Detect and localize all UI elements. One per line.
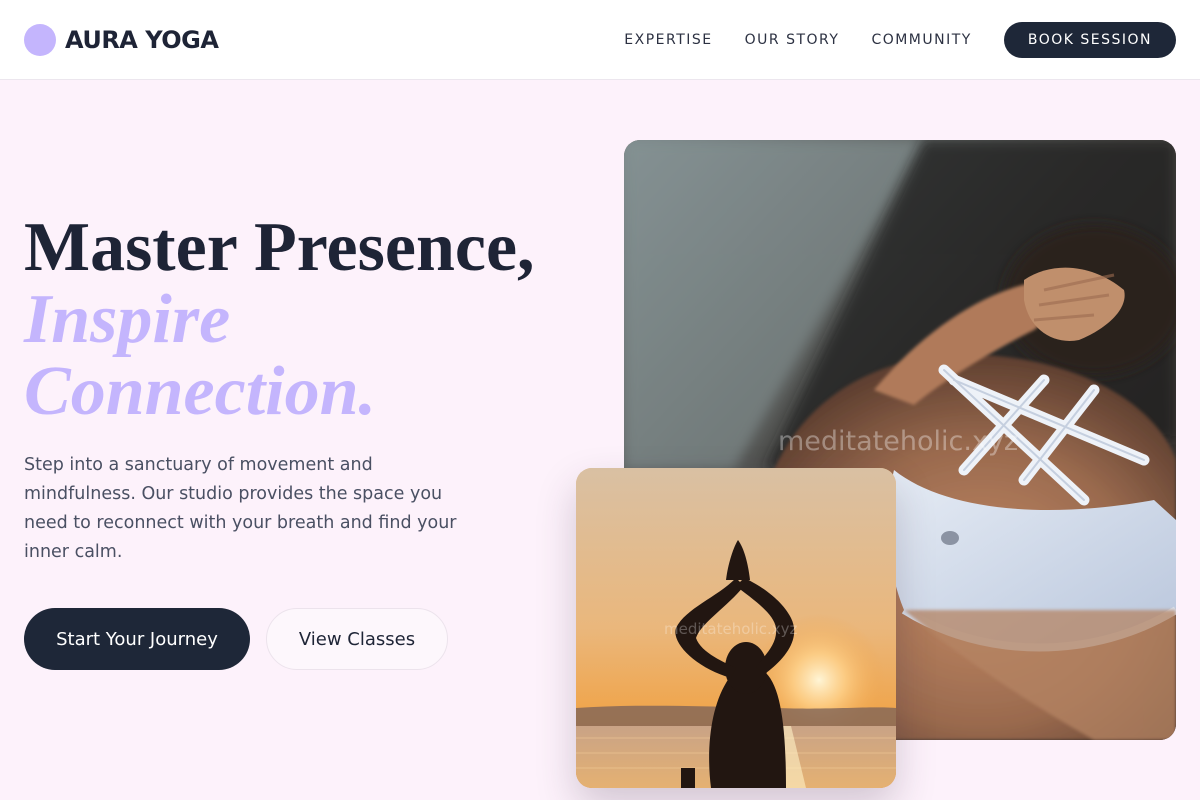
headline-accent-2: Connection. (24, 353, 377, 430)
brand-logo[interactable]: AURA YOGA (24, 23, 219, 56)
brand-dot-icon (24, 23, 56, 56)
nav-link-expertise[interactable]: EXPERTISE (624, 32, 712, 48)
nav-link-community[interactable]: COMMUNITY (871, 32, 971, 48)
view-classes-button[interactable]: View Classes (266, 608, 448, 670)
book-session-button[interactable]: BOOK SESSION (1003, 21, 1176, 58)
start-journey-button[interactable]: Start Your Journey (24, 608, 250, 670)
nav-link-our-story[interactable]: OUR STORY (745, 32, 840, 48)
headline-line-1: Master Presence, (24, 209, 535, 286)
main-nav: EXPERTISE OUR STORY COMMUNITY BOOK SESSI… (624, 21, 1176, 58)
hero-description: Step into a sanctuary of movement and mi… (24, 455, 457, 562)
site-header: AURA YOGA EXPERTISE OUR STORY COMMUNITY … (0, 0, 1200, 80)
hero-headline: Master Presence, Inspire Connection. (24, 212, 535, 428)
hero-secondary-photo: meditateholic.xyz (576, 468, 896, 788)
sunset-yoga-photo-illustration (576, 468, 896, 788)
brand-name: AURA YOGA (65, 25, 219, 54)
headline-accent-1: Inspire (24, 281, 231, 358)
